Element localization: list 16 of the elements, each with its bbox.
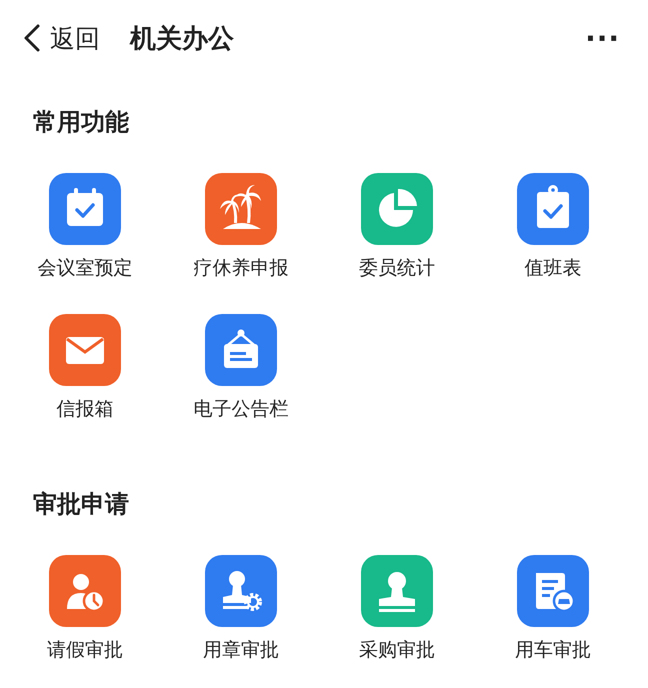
- app-tile[interactable]: 疗休养申报: [163, 173, 319, 281]
- app-tile[interactable]: 电子公告栏: [163, 314, 319, 422]
- app-tile[interactable]: 值班表: [475, 173, 631, 281]
- app-tile[interactable]: 会议室预定: [7, 173, 163, 281]
- app-tile[interactable]: 委员统计: [319, 173, 475, 281]
- section-title: 审批申请: [33, 489, 130, 520]
- app-tile[interactable]: 采购审批: [319, 555, 475, 663]
- app-tile[interactable]: 用车审批: [475, 555, 631, 663]
- back-button[interactable]: 返回: [22, 22, 100, 54]
- app-tile[interactable]: 信报箱: [7, 314, 163, 422]
- back-icon: [22, 23, 42, 53]
- app-tile[interactable]: 用章审批: [163, 555, 319, 663]
- section-title: 常用功能: [33, 107, 130, 138]
- app-tile[interactable]: 请假审批: [7, 555, 163, 663]
- page-title: 机关办公: [130, 22, 234, 56]
- more-button[interactable]: ···: [579, 22, 626, 54]
